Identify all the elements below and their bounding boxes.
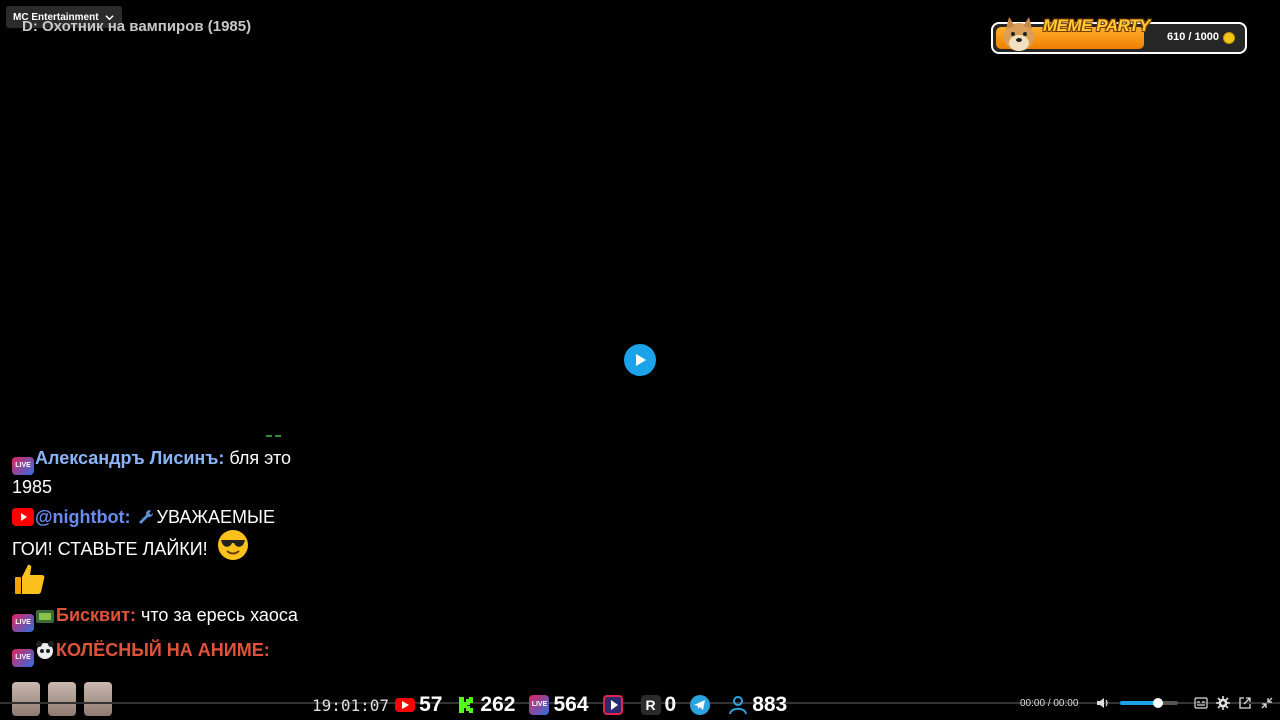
volume-icon[interactable]	[1096, 696, 1110, 710]
divider	[266, 435, 283, 437]
volume-slider[interactable]	[1120, 698, 1179, 708]
vk-live-icon: LIVE	[529, 695, 550, 715]
time-total: 00:00	[1053, 697, 1079, 709]
kick-viewer-count: 262	[480, 693, 516, 716]
total-viewers: 883	[728, 693, 787, 717]
chat-author: @nightbot:	[35, 507, 131, 527]
vk-live-viewers: LIVE 564	[529, 693, 589, 717]
r-platform-icon: R	[640, 695, 661, 715]
gear-icon[interactable]	[1216, 696, 1231, 710]
kick-viewers: 262	[456, 693, 515, 717]
emote-image	[12, 682, 40, 716]
user-icon	[729, 696, 748, 715]
chat-overlay: LIVE Александръ Лисинъ: бля это 1985 @nig…	[12, 446, 300, 673]
telegram-icon	[690, 695, 711, 715]
youtube-icon	[395, 698, 416, 712]
player-controls: 00:00 / 00:00	[1020, 694, 1278, 712]
emote-row	[12, 682, 112, 716]
kick-icon	[459, 697, 474, 713]
exit-fullscreen-icon[interactable]	[1260, 696, 1274, 710]
chat-message: LIVE Александръ Лисинъ: бля это 1985	[12, 446, 300, 499]
stream-clock: 19:01:07	[312, 695, 390, 715]
r-platform-count: 0	[664, 693, 677, 716]
live-badge-icon: LIVE	[12, 649, 34, 667]
sunglasses-emoji-icon	[217, 530, 248, 560]
play-button[interactable]	[624, 344, 656, 376]
chat-text: что за ересь хаоса	[135, 605, 298, 625]
panda-emote-icon	[36, 641, 54, 659]
live-badge-icon: LIVE	[12, 457, 34, 475]
meme-party-widget: MEME PARTY 610 / 1000	[991, 16, 1247, 54]
time-separator: /	[1047, 697, 1051, 709]
time-current: 00:00	[1020, 697, 1046, 709]
coin-icon	[1223, 32, 1235, 44]
tv-emote-icon	[36, 610, 54, 623]
telegram-stat	[690, 695, 714, 715]
stream-stats: 19:01:07 57 262 LIVE 564 R0 883	[312, 693, 801, 717]
emote-image	[48, 682, 76, 716]
thumbs-up-emoji-icon	[15, 564, 45, 594]
total-viewer-count: 883	[752, 693, 788, 716]
youtube-icon	[12, 508, 34, 526]
chat-author: КОЛЁСНЫЙ НА АНИМЕ:	[56, 640, 270, 660]
emote-image	[84, 682, 112, 716]
subtitles-icon[interactable]	[1194, 696, 1209, 710]
chat-message: LIVE КОЛЁСНЫЙ НА АНИМЕ:	[12, 638, 300, 667]
chat-message: LIVE Бисквит: что за ересь хаоса	[12, 603, 300, 632]
doge-icon	[1004, 17, 1034, 51]
chat-message: @nightbot: УВАЖАЕМЫЕ ГОИ! СТАВЬТЕ ЛАЙКИ!	[12, 505, 300, 597]
meme-party-title: MEME PARTY	[1043, 16, 1150, 35]
playback-time: 00:00 / 00:00	[1020, 698, 1078, 709]
chat-author: Бисквит:	[56, 605, 136, 625]
meme-party-count: 610 / 1000	[1167, 31, 1219, 43]
wrench-icon	[138, 509, 153, 524]
live-badge-icon: LIVE	[12, 614, 34, 632]
rutube-icon	[602, 695, 623, 715]
volume-knob[interactable]	[1153, 698, 1164, 708]
r-platform-viewers: R0	[640, 693, 677, 717]
chat-author: Александръ Лисинъ:	[35, 448, 225, 468]
vk-live-viewer-count: 564	[553, 693, 589, 716]
video-title: D: Охотник на вампиров (1985)	[22, 18, 252, 35]
youtube-viewers: 57	[395, 693, 442, 717]
youtube-viewer-count: 57	[419, 693, 443, 716]
play-icon	[636, 354, 646, 366]
popout-icon[interactable]	[1238, 696, 1252, 710]
rutube-stat	[602, 695, 627, 715]
